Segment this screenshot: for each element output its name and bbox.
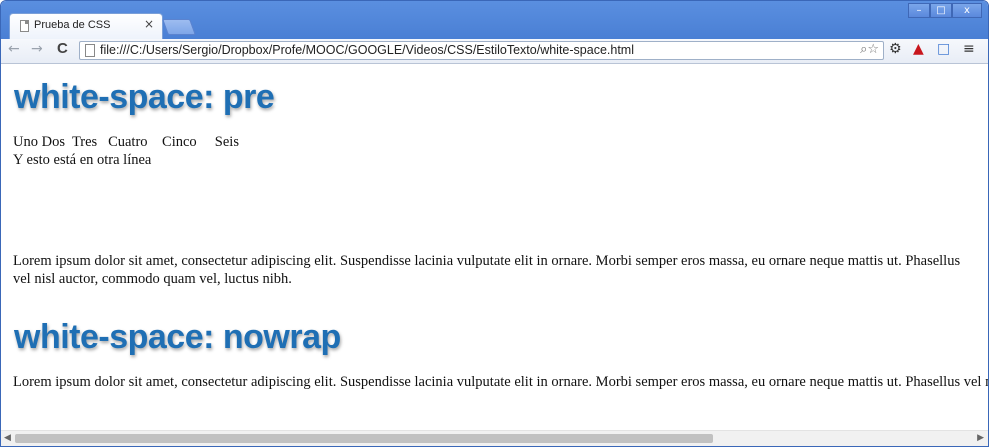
omnibox-actions: ⌕☆	[860, 42, 879, 57]
reload-button[interactable]: C	[57, 40, 68, 57]
forward-button[interactable]: →	[31, 41, 43, 57]
tab-close-button[interactable]: ×	[144, 17, 154, 31]
maximize-button[interactable]: □	[930, 3, 952, 18]
star-icon[interactable]: ☆	[867, 42, 879, 57]
extension-icon[interactable]: ▲	[913, 41, 924, 57]
close-window-button[interactable]: x	[952, 3, 982, 18]
scroll-left-arrow-icon[interactable]: ◀	[4, 433, 11, 443]
heading-white-space-nowrap: white-space: nowrap	[14, 318, 341, 356]
new-tab-button[interactable]	[162, 19, 196, 35]
tab-strip: Prueba de CSS × – □ x	[1, 1, 988, 39]
fullscreen-icon[interactable]: □	[937, 41, 950, 57]
tab-prueba-de-css[interactable]: Prueba de CSS ×	[9, 13, 163, 39]
window-controls: – □ x	[908, 3, 982, 19]
page-content: white-space: pre Uno Dos Tres Cuatro Cin…	[1, 64, 988, 430]
nowrap-paragraph: Lorem ipsum dolor sit amet, consectetur …	[13, 374, 988, 390]
pre-line-2: Y esto está en otra línea	[13, 152, 152, 168]
address-bar[interactable]: file:///C:/Users/Sergio/Dropbox/Profe/MO…	[79, 41, 884, 60]
minimize-button[interactable]: –	[908, 3, 930, 18]
back-button[interactable]: ←	[8, 41, 20, 57]
menu-icon[interactable]: ≡	[963, 41, 975, 57]
scroll-right-arrow-icon[interactable]: ▶	[977, 433, 984, 443]
browser-toolbar: ← → C file:///C:/Users/Sergio/Dropbox/Pr…	[1, 39, 988, 64]
gear-icon[interactable]: ⚙	[889, 41, 902, 57]
scrollbar-thumb[interactable]	[15, 434, 713, 443]
url-text[interactable]: file:///C:/Users/Sergio/Dropbox/Profe/MO…	[100, 43, 634, 57]
lorem-paragraph: Lorem ipsum dolor sit amet, consectetur …	[13, 253, 961, 287]
tab-title: Prueba de CSS	[34, 19, 111, 31]
browser-window: Prueba de CSS × – □ x ← → C file:///C:/U…	[0, 0, 989, 447]
pre-line-1: Uno Dos Tres Cuatro Cinco Seis	[13, 134, 239, 150]
heading-white-space-pre: white-space: pre	[14, 78, 275, 116]
page-icon	[85, 44, 95, 57]
horizontal-scrollbar[interactable]: ◀ ▶	[1, 430, 988, 446]
document-icon	[20, 20, 29, 32]
